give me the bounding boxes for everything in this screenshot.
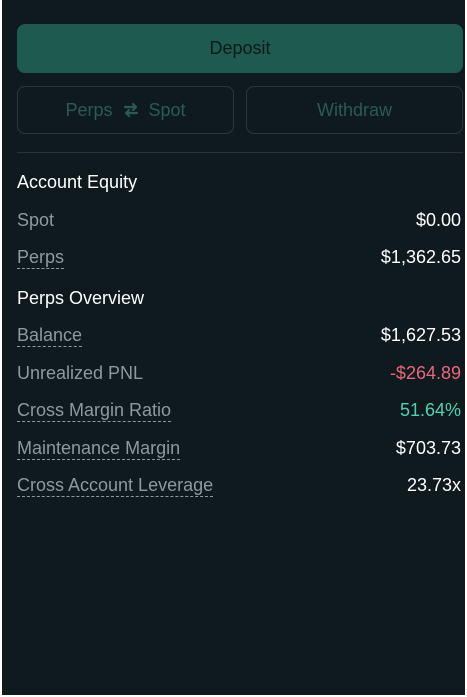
cross-account-leverage-label[interactable]: Cross Account Leverage: [17, 475, 213, 496]
maintenance-margin-label[interactable]: Maintenance Margin: [17, 438, 180, 459]
divider: [17, 152, 463, 153]
perps-equity-label[interactable]: Perps: [17, 247, 64, 268]
unrealized-pnl-value: -$264.89: [389, 363, 461, 383]
account-equity-heading: Account Equity: [17, 172, 138, 192]
balance-value: $1,627.53: [380, 325, 461, 345]
withdraw-label: Withdraw: [316, 99, 392, 120]
cross-margin-ratio-label[interactable]: Cross Margin Ratio: [17, 400, 171, 421]
spot-equity-value: $0.00: [415, 210, 461, 230]
spot-label: Spot: [148, 99, 186, 120]
account-panel: Deposit Perps Spot Withdraw Account Equi…: [2, 0, 467, 695]
perps-spot-transfer-button[interactable]: Perps Spot: [17, 86, 234, 134]
cross-account-leverage-value: 23.73x: [406, 475, 461, 495]
cross-margin-ratio-value: 51.64%: [399, 400, 461, 420]
deposit-button[interactable]: Deposit: [17, 24, 463, 73]
maintenance-margin-value: $703.73: [395, 438, 461, 458]
perps-label: Perps: [65, 99, 113, 120]
balance-label[interactable]: Balance: [17, 325, 82, 346]
withdraw-button[interactable]: Withdraw: [246, 86, 463, 134]
deposit-label: Deposit: [209, 38, 271, 58]
spot-equity-label: Spot: [17, 210, 55, 230]
perps-equity-value: $1,362.65: [380, 247, 461, 267]
swap-arrows-icon: [123, 102, 138, 118]
perps-overview-heading: Perps Overview: [17, 288, 145, 308]
unrealized-pnl-label: Unrealized PNL: [17, 363, 144, 383]
